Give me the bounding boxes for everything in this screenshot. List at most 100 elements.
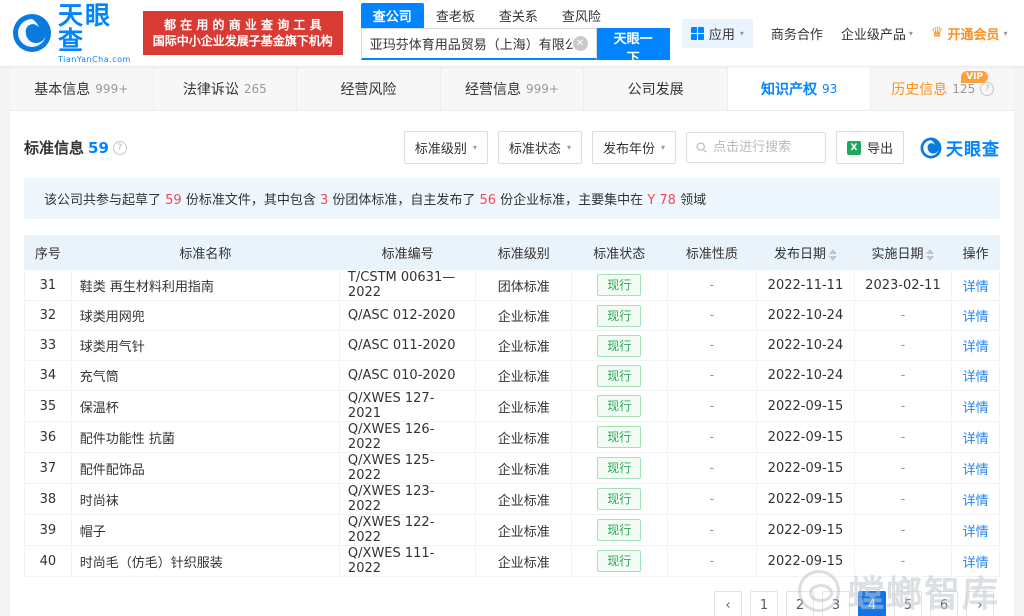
detail-link[interactable]: 详情 — [963, 432, 989, 447]
status-cell: 现行 — [571, 484, 667, 515]
sort-icon[interactable] — [926, 249, 934, 261]
publish-date-cell: 2022-11-11 — [757, 270, 855, 301]
nature-cell: - — [667, 331, 757, 361]
header-seq: 序号 — [25, 236, 72, 270]
table-row: 39帽子Q/XWES 122-2022企业标准现行-2022-09-15-详情 — [25, 515, 1000, 546]
publish-date-cell: 2022-09-15 — [757, 391, 855, 422]
status-cell: 现行 — [571, 515, 667, 546]
search-tab-relation[interactable]: 查关系 — [487, 3, 550, 28]
table-row: 31鞋类 再生材料利用指南T/CSTM 00631—2022团体标准现行-202… — [25, 270, 1000, 301]
seq-cell: 38 — [25, 484, 72, 515]
page-button-2[interactable]: 2 — [786, 591, 814, 616]
vip-upgrade-label: 开通会员 — [947, 24, 999, 43]
filter-standard-level[interactable]: 标准级别 ▾ — [404, 131, 488, 164]
brand-name: 天眼查 — [58, 3, 131, 53]
vip-upgrade-menu[interactable]: ♛ 开通会员 ▾ — [931, 24, 1008, 43]
detail-link[interactable]: 详情 — [963, 401, 989, 416]
level-cell: 企业标准 — [476, 546, 572, 577]
header-links: 应用 ▾ 商务合作 企业级产品 ▾ ♛ 开通会员 ▾ 费米 ▾ — [682, 19, 1024, 48]
page-button-5[interactable]: 5 — [894, 591, 922, 616]
summary-text: 份标准文件，其中包含 — [182, 193, 320, 208]
status-cell: 现行 — [571, 453, 667, 484]
header-level: 标准级别 — [476, 236, 572, 270]
detail-link[interactable]: 详情 — [963, 463, 989, 478]
status-badge: 现行 — [597, 488, 641, 510]
tab-intellectual-property[interactable]: 知识产权 93 — [728, 67, 872, 110]
tab-operation-risk[interactable]: 经营风险 — [297, 67, 441, 110]
watermark-brand-text: 天眼查 — [946, 135, 1000, 160]
summary-total-count: 59 — [165, 193, 182, 208]
detail-link[interactable]: 详情 — [963, 370, 989, 385]
help-icon[interactable]: ? — [113, 141, 127, 155]
detail-link[interactable]: 详情 — [963, 494, 989, 509]
name-cell: 配件配饰品 — [71, 453, 339, 484]
table-search-input[interactable] — [713, 140, 816, 155]
section-title: 标准信息 — [24, 137, 84, 158]
detail-link[interactable]: 详情 — [963, 340, 989, 355]
page-button-1[interactable]: 1 — [750, 591, 778, 616]
nature-cell: - — [667, 453, 757, 484]
chevron-down-icon: ▾ — [1003, 29, 1007, 38]
table-search-box — [686, 132, 826, 163]
prev-page-button[interactable]: ‹ — [714, 591, 742, 616]
tianyancha-logo[interactable]: 天眼查 TianYanCha.com — [12, 3, 131, 64]
business-cooperation-link[interactable]: 商务合作 — [771, 24, 823, 43]
table-header-row: 序号 标准名称 标准编号 标准级别 标准状态 标准性质 发布日期 实施日期 操作 — [25, 236, 1000, 270]
action-cell: 详情 — [952, 422, 1000, 453]
sort-icon[interactable] — [829, 249, 837, 261]
header-publish-date[interactable]: 发布日期 — [757, 236, 855, 270]
seq-cell: 36 — [25, 422, 72, 453]
header-action: 操作 — [952, 236, 1000, 270]
search-button[interactable]: 天眼一下 — [597, 28, 670, 60]
level-cell: 企业标准 — [476, 301, 572, 331]
next-page-button[interactable]: › — [966, 591, 994, 616]
crown-icon: ♛ — [931, 25, 944, 41]
name-cell: 鞋类 再生材料利用指南 — [71, 270, 339, 301]
table-row: 36配件功能性 抗菌Q/XWES 126-2022企业标准现行-2022-09-… — [25, 422, 1000, 453]
tab-label: 经营信息 — [465, 79, 521, 99]
seq-cell: 39 — [25, 515, 72, 546]
detail-link[interactable]: 详情 — [963, 280, 989, 295]
apps-menu[interactable]: 应用 ▾ — [682, 19, 753, 48]
tab-count: 93 — [822, 82, 837, 96]
standards-table-body: 31鞋类 再生材料利用指南T/CSTM 00631—2022团体标准现行-202… — [25, 270, 1000, 577]
header-label: 发布日期 — [774, 247, 826, 262]
status-badge: 现行 — [597, 426, 641, 448]
export-button[interactable]: X 导出 — [836, 131, 904, 164]
code-cell: Q/ASC 010-2020 — [339, 361, 476, 391]
company-search-input[interactable] — [370, 36, 573, 51]
action-cell: 详情 — [952, 546, 1000, 577]
clear-search-icon[interactable]: ✕ — [573, 36, 588, 51]
status-badge: 现行 — [597, 365, 641, 387]
detail-link[interactable]: 详情 — [963, 525, 989, 540]
chevron-down-icon: ▾ — [473, 143, 477, 152]
level-cell: 团体标准 — [476, 270, 572, 301]
promo-line-2: 国际中小企业发展子基金旗下机构 — [153, 33, 333, 49]
tab-history-info[interactable]: VIP 历史信息 125 ? — [871, 67, 1014, 110]
search-tab-company[interactable]: 查公司 — [361, 3, 424, 28]
tab-operation-info[interactable]: 经营信息 999+ — [441, 67, 585, 110]
status-cell: 现行 — [571, 422, 667, 453]
pagination: ‹ 123456 › — [24, 591, 1000, 616]
detail-link[interactable]: 详情 — [963, 556, 989, 571]
enterprise-products-menu[interactable]: 企业级产品 ▾ — [841, 24, 913, 43]
filter-publish-year[interactable]: 发布年份 ▾ — [592, 131, 676, 164]
search-tab-boss[interactable]: 查老板 — [424, 3, 487, 28]
page-button-6[interactable]: 6 — [930, 591, 958, 616]
nature-cell: - — [667, 422, 757, 453]
seq-cell: 32 — [25, 301, 72, 331]
action-cell: 详情 — [952, 391, 1000, 422]
filter-standard-status[interactable]: 标准状态 ▾ — [498, 131, 582, 164]
code-cell: Q/XWES 126-2022 — [339, 422, 476, 453]
tab-basic-info[interactable]: 基本信息 999+ — [10, 67, 154, 110]
summary-text: 份团体标准，自主发布了 — [328, 193, 479, 208]
summary-text: 该公司共参与起草了 — [44, 193, 165, 208]
page-button-4[interactable]: 4 — [858, 591, 886, 616]
search-tab-risk[interactable]: 查风险 — [550, 3, 613, 28]
tab-legal-litigation[interactable]: 法律诉讼 265 — [154, 67, 298, 110]
help-icon[interactable]: ? — [980, 82, 994, 96]
detail-link[interactable]: 详情 — [963, 310, 989, 325]
tab-company-development[interactable]: 公司发展 — [584, 67, 728, 110]
header-implement-date[interactable]: 实施日期 — [854, 236, 952, 270]
page-button-3[interactable]: 3 — [822, 591, 850, 616]
